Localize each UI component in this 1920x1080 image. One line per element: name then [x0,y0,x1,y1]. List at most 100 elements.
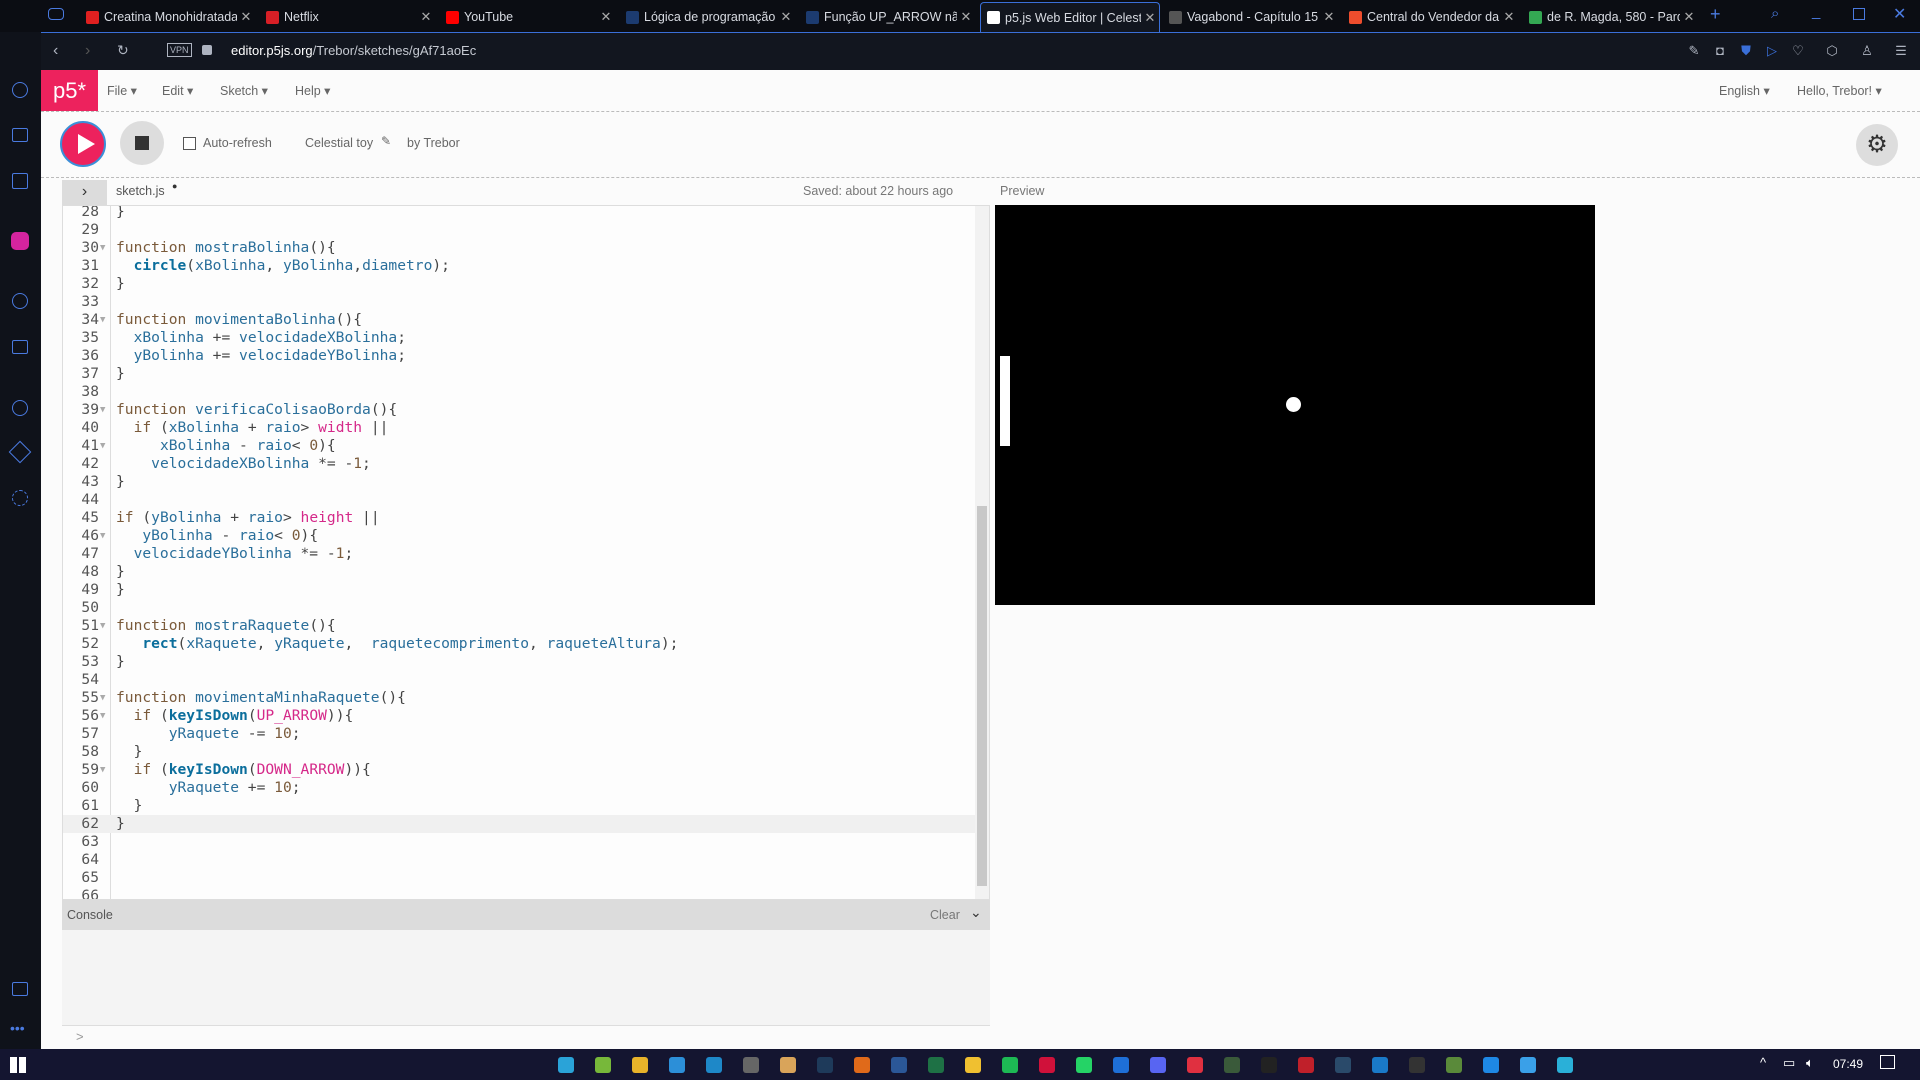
browser-tab[interactable]: Central do Vendedor da ✕ [1343,2,1518,32]
code-line[interactable]: 32} [63,275,975,293]
collapse-console-icon[interactable]: ⌄ [970,904,982,921]
valorant-icon[interactable] [1187,1057,1203,1073]
fold-arrow-icon[interactable]: ▼ [100,527,105,545]
mw-icon[interactable] [1409,1057,1425,1073]
auto-refresh-checkbox[interactable] [183,137,196,150]
code-line[interactable]: 44 [63,491,975,509]
notifications-icon[interactable] [1880,1055,1895,1069]
game-icon[interactable] [1224,1057,1240,1073]
settings-button[interactable]: ⚙ [1856,124,1898,166]
new-tab-button[interactable]: + [1710,4,1721,25]
code-line[interactable]: 36 yBolinha += velocidadeYBolinha; [63,347,975,365]
discord-icon[interactable] [1150,1057,1166,1073]
spotify-icon[interactable] [1002,1057,1018,1073]
language-menu[interactable]: English ▾ [1719,83,1770,98]
cube-icon[interactable]: ⬡ [1824,43,1840,59]
word-icon[interactable] [891,1057,907,1073]
shopping-icon[interactable] [12,128,28,142]
code-line[interactable]: 37} [63,365,975,383]
instagram-icon[interactable] [11,232,29,250]
snapshot-icon[interactable]: ✎ [1686,43,1702,59]
code-line[interactable]: 35 xBolinha += velocidadeXBolinha; [63,329,975,347]
close-tab-icon[interactable]: ✕ [1680,9,1698,25]
flash-icon[interactable] [1520,1057,1536,1073]
browser-tab[interactable]: YouTube ✕ [440,2,615,32]
browser-tab[interactable]: Função UP_ARROW não ✕ [800,2,975,32]
camera-icon[interactable]: ◘ [1712,43,1728,59]
code-line[interactable]: 66 [63,887,975,899]
network-icon[interactable]: ▭ [1783,1055,1795,1071]
vegas-icon[interactable] [706,1057,722,1073]
minimize-button[interactable]: _ [1812,3,1820,20]
obs-icon[interactable] [743,1057,759,1073]
code-line[interactable]: 28} [63,206,975,221]
code-line[interactable]: 34 ▼ function movimentaBolinha(){ [63,311,975,329]
code-line[interactable]: 40 if (xBolinha + raio> width || [63,419,975,437]
lightroom-icon[interactable] [817,1057,833,1073]
shield-icon[interactable]: ⛊ [1738,43,1754,59]
code-line[interactable]: 52 rect(xRaquete, yRaquete, raquetecompr… [63,635,975,653]
sidebar-toggle-button[interactable]: › [62,180,107,205]
remote-icon[interactable] [558,1057,574,1073]
hand-icon[interactable] [854,1057,870,1073]
menu-help[interactable]: Help ▾ [295,83,330,98]
close-tab-icon[interactable]: ✕ [957,9,975,25]
code-line[interactable]: 60 yRaquete += 10; [63,779,975,797]
extensions-icon[interactable] [8,440,32,464]
forward-button[interactable]: › [85,42,90,60]
console-input[interactable]: > [62,1025,990,1049]
app-icon[interactable] [780,1057,796,1073]
gallery-icon[interactable] [12,982,28,996]
vpn-icon[interactable] [1557,1057,1573,1073]
browser-tab[interactable]: Vagabond - Capítulo 15 ✕ [1163,2,1338,32]
code-line[interactable]: 57 yRaquete -= 10; [63,725,975,743]
fold-arrow-icon[interactable]: ▼ [100,239,105,257]
bluetooth-icon[interactable] [1483,1057,1499,1073]
fold-arrow-icon[interactable]: ▼ [100,617,105,635]
close-tab-icon[interactable]: ✕ [597,9,615,25]
url-field[interactable]: editor.p5js.org/Trebor/sketches/gAf71aoE… [231,43,476,58]
close-tab-icon[interactable]: ✕ [237,9,255,25]
fold-arrow-icon[interactable]: ▼ [100,401,105,419]
fold-arrow-icon[interactable]: ▼ [100,437,105,455]
windows-start-icon[interactable] [10,1057,26,1073]
code-line[interactable]: 45 if (yBolinha + raio> height || [63,509,975,527]
browser-tab[interactable]: Lógica de programação ✕ [620,2,795,32]
gamepad-icon[interactable] [48,8,64,20]
code-line[interactable]: 30 ▼ function mostraBolinha(){ [63,239,975,257]
epic-icon[interactable] [1261,1057,1277,1073]
sketch-canvas[interactable] [995,205,1595,605]
close-window-button[interactable]: ✕ [1893,4,1906,24]
outlook-icon[interactable] [1113,1057,1129,1073]
restore-button[interactable] [1853,8,1865,20]
fold-arrow-icon[interactable]: ▼ [100,707,105,725]
code-line[interactable]: 51 ▼ function mostraRaquete(){ [63,617,975,635]
browser-tab[interactable]: Netflix ✕ [260,2,435,32]
workspace-icon[interactable] [12,173,28,189]
volume-icon[interactable]: 🔈︎ [1806,1055,1814,1071]
back-button[interactable]: ‹ [53,42,58,60]
scroll-thumb[interactable] [977,506,987,886]
stop-button[interactable] [120,121,164,165]
folder-icon[interactable] [965,1057,981,1073]
code-line[interactable]: 43} [63,473,975,491]
user-menu[interactable]: Hello, Trebor! ▾ [1797,83,1882,98]
code-line[interactable]: 62} [63,815,975,833]
excel-icon[interactable] [928,1057,944,1073]
fold-arrow-icon[interactable]: ▼ [100,311,105,329]
more-icon[interactable]: ••• [10,1020,25,1036]
reload-button[interactable]: ↻ [117,42,129,59]
vscode-icon[interactable] [669,1057,685,1073]
app-icon[interactable] [1372,1057,1388,1073]
menu-file[interactable]: File ▾ [107,83,137,98]
browser-tab[interactable]: Creatina Monohidratada ✕ [80,2,255,32]
code-line[interactable]: 56 ▼ if (keyIsDown(UP_ARROW)){ [63,707,975,725]
chrome-icon[interactable] [632,1057,648,1073]
code-line[interactable]: 29 [63,221,975,239]
code-line[interactable]: 46 ▼ yBolinha - raio< 0){ [63,527,975,545]
profile-icon[interactable]: ♙ [1859,43,1875,59]
minecraft-icon[interactable] [1446,1057,1462,1073]
code-line[interactable]: 41 ▼ xBolinha - raio< 0){ [63,437,975,455]
tray-chevron-icon[interactable]: ^ [1760,1055,1766,1070]
code-line[interactable]: 49} [63,581,975,599]
